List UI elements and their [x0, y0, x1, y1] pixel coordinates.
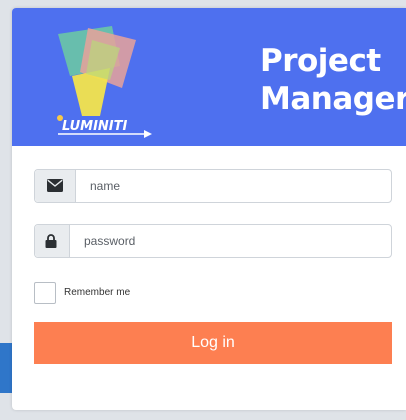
lock-icon: [45, 234, 57, 248]
login-header: LUMINITI Project Manager: [12, 8, 406, 146]
password-field-addon: [35, 225, 70, 257]
remember-me-label[interactable]: Remember me: [64, 287, 130, 298]
background-accent-strip: [0, 343, 12, 393]
name-input[interactable]: [76, 170, 386, 202]
logo-wordmark: LUMINITI: [62, 119, 127, 134]
name-field-addon: [35, 170, 76, 202]
login-card: LUMINITI Project Manager name Remember m…: [12, 8, 406, 410]
envelope-icon: [47, 179, 63, 192]
page: LUMINITI Project Manager name Remember m…: [0, 0, 406, 420]
app-title-line2: Manager: [260, 81, 406, 117]
login-button[interactable]: Log in: [34, 322, 392, 364]
name-field: [34, 169, 392, 203]
password-input[interactable]: [70, 225, 386, 257]
password-field: [34, 224, 392, 258]
luminiti-logo: LUMINITI: [57, 26, 152, 138]
remember-me-checkbox[interactable]: [34, 282, 56, 304]
app-title: Project Manager: [260, 42, 406, 118]
app-title-line1: Project: [260, 43, 381, 79]
